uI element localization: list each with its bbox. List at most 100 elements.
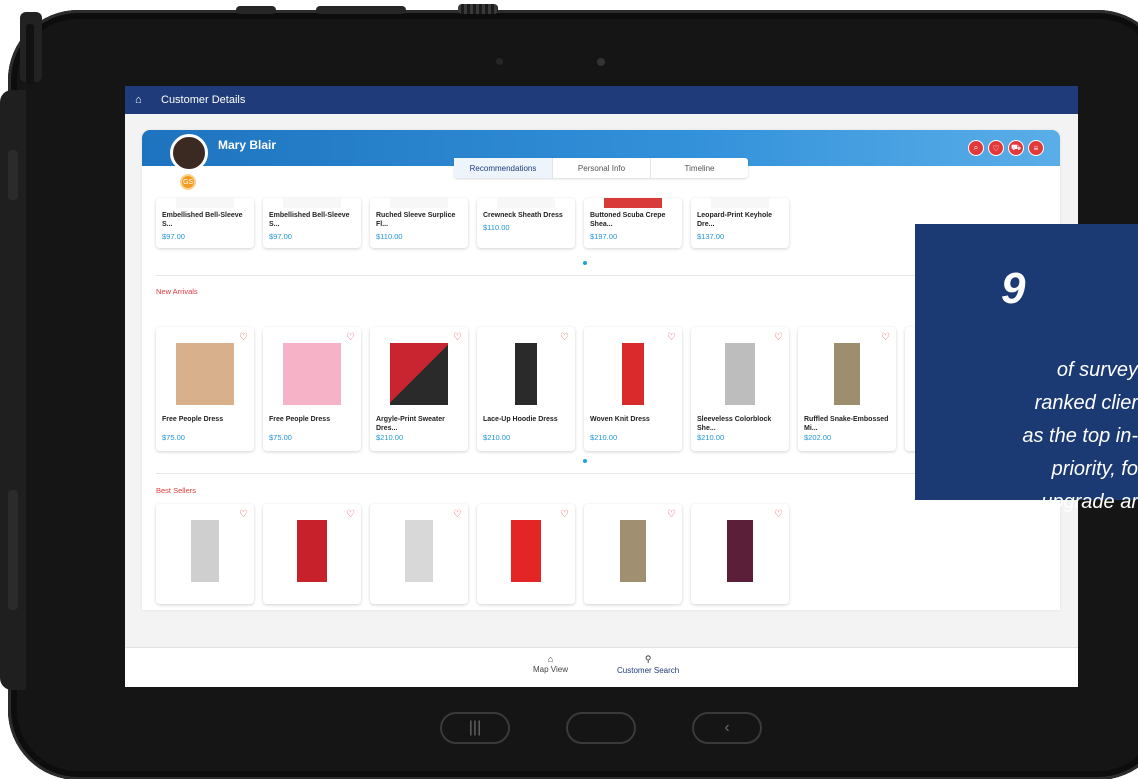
cart-icon[interactable]: ⛟ (1008, 140, 1024, 156)
heart-icon[interactable]: ♡ (988, 140, 1004, 156)
product-title: Lace-Up Hoodie Dress (483, 416, 558, 423)
person-icon: ⚲ (644, 654, 652, 664)
product-card[interactable]: ♡ (263, 504, 361, 604)
recent-apps-key[interactable]: ||| (440, 712, 510, 744)
product-image (176, 198, 234, 208)
tab-bar: Recommendations Personal Info Timeline (454, 158, 748, 178)
tab-timeline[interactable]: Timeline (650, 158, 748, 178)
top-button (236, 6, 276, 14)
product-card[interactable]: ♡ (584, 504, 682, 604)
heart-icon[interactable]: ♡ (560, 509, 569, 520)
product-card[interactable]: ♡ Free People Dress $75.00 (156, 327, 254, 451)
product-card[interactable]: ♡ Lace-Up Hoodie Dress $210.00 (477, 327, 575, 451)
heart-icon[interactable]: ♡ (346, 509, 355, 520)
heart-icon[interactable]: ♡ (346, 332, 355, 343)
product-image (511, 520, 541, 582)
product-title: Leopard-Print Keyhole Dre... (697, 212, 773, 228)
product-price: $97.00 (269, 232, 292, 241)
home-icon: ⌂ (547, 654, 554, 664)
volume-button (8, 150, 18, 200)
carousel-indicator[interactable] (583, 459, 587, 463)
product-image (297, 520, 327, 582)
product-price: $97.00 (162, 232, 185, 241)
heart-icon[interactable]: ♡ (453, 509, 462, 520)
product-title: Free People Dress (269, 416, 331, 423)
product-title: Free People Dress (162, 416, 224, 423)
stat-line: ranked clier (1034, 392, 1138, 414)
heart-icon[interactable]: ♡ (774, 509, 783, 520)
new-arrivals-title: New Arrivals (156, 287, 198, 296)
product-price: $210.00 (697, 433, 725, 442)
heart-icon[interactable]: ♡ (667, 509, 676, 520)
nav-customer-search[interactable]: ⚲ Customer Search (617, 654, 679, 675)
tab-personal-info[interactable]: Personal Info (552, 158, 650, 178)
product-title: Crewneck Sheath Dress (483, 212, 563, 219)
side-grip (8, 490, 18, 610)
product-image (725, 343, 755, 405)
product-image (390, 198, 448, 208)
heart-icon[interactable]: ♡ (881, 332, 890, 343)
light-sensor (496, 58, 503, 65)
product-card[interactable]: Embellished Bell-Sleeve S... $97.00 (263, 198, 361, 248)
tab-recommendations[interactable]: Recommendations (454, 158, 552, 178)
nav-map-view[interactable]: ⌂ Map View (533, 654, 568, 674)
product-card[interactable]: Crewneck Sheath Dress $110.00 (477, 198, 575, 248)
product-title: Embellished Bell-Sleeve S... (269, 212, 350, 228)
product-card[interactable]: ♡ Woven Knit Dress $210.00 (584, 327, 682, 451)
product-card[interactable]: Ruched Sleeve Surplice Fl... $110.00 (370, 198, 468, 248)
carousel-indicator[interactable] (583, 261, 587, 265)
product-image (176, 343, 234, 405)
stat-line: of survey (1056, 359, 1138, 381)
product-card[interactable]: ♡ Free People Dress $75.00 (263, 327, 361, 451)
product-image (390, 343, 448, 405)
header-actions: ⌕ ♡ ⛟ ≡ (968, 140, 1044, 156)
product-card[interactable]: Embellished Bell-Sleeve S... $97.00 (156, 198, 254, 248)
product-card[interactable]: ♡ (370, 504, 468, 604)
product-image (620, 520, 646, 582)
product-image (283, 343, 341, 405)
product-card[interactable]: ♡ Argyle-Print Sweater Dres... $210.00 (370, 327, 468, 451)
stat-callout: 9 of survey ranked clier as the top in- … (915, 224, 1138, 513)
search-icon[interactable]: ⌕ (968, 140, 984, 156)
product-image (405, 520, 433, 582)
list-icon[interactable]: ≡ (1028, 140, 1044, 156)
product-title: Sleeveless Colorblock She... (697, 416, 772, 432)
heart-icon[interactable]: ♡ (667, 332, 676, 343)
product-image (283, 198, 341, 208)
stat-line: as the top in- (1022, 425, 1138, 447)
product-card[interactable]: ♡ (477, 504, 575, 604)
heart-icon[interactable]: ♡ (239, 509, 248, 520)
product-price: $210.00 (483, 433, 511, 442)
product-price: $137.00 (697, 232, 725, 241)
heart-icon[interactable]: ♡ (774, 332, 783, 343)
home-icon[interactable]: ⌂ (135, 94, 149, 106)
loyalty-badge: GS (180, 174, 196, 190)
product-card[interactable]: ♡ (156, 504, 254, 604)
stat-number: 9 (1001, 264, 1026, 313)
speaker-grille (458, 4, 498, 14)
product-image (727, 520, 753, 582)
tablet-side-bumper (0, 90, 26, 690)
nav-label: Map View (533, 665, 568, 674)
product-card[interactable]: ♡ (691, 504, 789, 604)
product-card[interactable]: Buttoned Scuba Crepe Shea... $197.00 (584, 198, 682, 248)
product-price: $110.00 (483, 223, 510, 232)
home-key[interactable] (566, 712, 636, 744)
product-price: $202.00 (804, 433, 832, 442)
product-card[interactable]: ♡ Sleeveless Colorblock She... $210.00 (691, 327, 789, 451)
product-title: Ruched Sleeve Surplice Fl... (376, 212, 456, 228)
top-button (316, 6, 406, 14)
product-price: $197.00 (590, 232, 618, 241)
customer-avatar[interactable] (170, 134, 208, 172)
product-image (834, 343, 860, 405)
product-title: Embellished Bell-Sleeve S... (162, 212, 243, 228)
back-key[interactable]: ‹ (692, 712, 762, 744)
heart-icon[interactable]: ♡ (239, 332, 248, 343)
product-image (515, 343, 537, 405)
product-card[interactable]: ♡ Ruffled Snake-Embossed Mi... $202.00 (798, 327, 896, 451)
best-sellers-title: Best Sellers (156, 486, 197, 495)
product-price: $110.00 (376, 232, 403, 241)
heart-icon[interactable]: ♡ (453, 332, 462, 343)
heart-icon[interactable]: ♡ (560, 332, 569, 343)
product-card[interactable]: Leopard-Print Keyhole Dre... $137.00 (691, 198, 789, 248)
